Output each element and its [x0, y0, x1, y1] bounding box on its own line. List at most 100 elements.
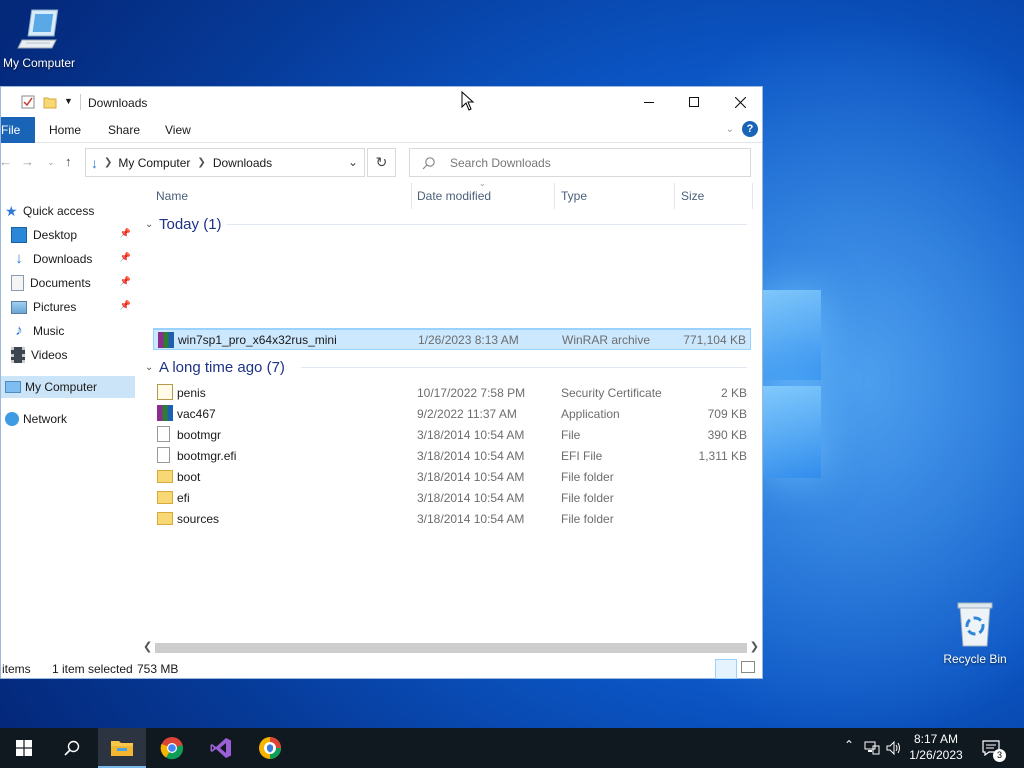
maximize-button[interactable] [671, 87, 717, 117]
search-input[interactable]: Search Downloads [409, 148, 751, 177]
clock[interactable]: 8:17 AM 1/26/2023 [906, 731, 966, 763]
sidebar-item-label: Videos [31, 348, 68, 362]
computer-icon [5, 381, 21, 393]
table-row[interactable]: bootmgr 3/18/2014 10:54 AM File 390 KB [153, 424, 751, 445]
search-icon [64, 740, 80, 756]
new-folder-icon[interactable] [43, 95, 57, 112]
file-size: 2 KB [720, 385, 747, 400]
desktop-icon-recycle-bin[interactable]: Recycle Bin [930, 600, 1020, 666]
table-row[interactable]: sources 3/18/2014 10:54 AM File folder [153, 508, 751, 529]
visual-studio-icon [210, 738, 231, 758]
pin-icon[interactable]: 📌 [120, 300, 131, 311]
sidebar-item-downloads[interactable]: ↓ Downloads 📌 [1, 248, 135, 270]
table-row[interactable]: boot 3/18/2014 10:54 AM File folder [153, 466, 751, 487]
help-icon[interactable]: ? [742, 121, 758, 137]
table-row[interactable]: efi 3/18/2014 10:54 AM File folder [153, 487, 751, 508]
scrollbar-thumb[interactable] [155, 643, 747, 653]
file-date: 10/17/2022 7:58 PM [417, 385, 526, 400]
desktop-icon-label: Recycle Bin [943, 652, 1007, 666]
breadcrumb-downloads[interactable]: Downloads [213, 156, 272, 170]
recycle-bin-icon [954, 600, 996, 648]
desktop-icon-my-computer[interactable]: My Computer [0, 8, 84, 70]
taskbar-file-explorer[interactable] [98, 728, 146, 768]
customize-quick-access-icon[interactable]: ▼ [64, 96, 73, 106]
action-center-button[interactable]: 3 [972, 728, 1016, 768]
sidebar-item-label: Documents [30, 276, 91, 290]
address-bar[interactable]: ↓ ❯ My Computer ❯ Downloads ⌄ [85, 148, 365, 177]
sidebar-item-documents[interactable]: Documents 📌 [1, 272, 135, 294]
certificate-icon [157, 384, 173, 400]
search-placeholder: Search Downloads [450, 155, 551, 170]
sidebar-item-label: Music [33, 324, 65, 338]
window-title: Downloads [88, 96, 148, 110]
recent-locations-chevron-icon[interactable]: ⌄ [47, 157, 55, 168]
sidebar-item-music[interactable]: ♪ Music [1, 320, 135, 342]
star-icon: ★ [5, 202, 18, 219]
sidebar-item-videos[interactable]: Videos [1, 344, 135, 366]
horizontal-scrollbar[interactable]: ❮ ❯ [141, 640, 761, 656]
search-button[interactable] [48, 728, 96, 768]
taskbar-chrome[interactable] [148, 728, 196, 768]
file-name: boot [177, 469, 201, 484]
pin-icon[interactable]: 📌 [120, 252, 131, 263]
show-hidden-icons-icon[interactable]: ⌃ [844, 738, 854, 752]
winrar-archive-icon [158, 332, 174, 348]
file-date: 9/2/2022 11:37 AM [417, 406, 517, 421]
taskbar-browser[interactable] [246, 728, 294, 768]
file-name: vac467 [177, 406, 216, 421]
file-name: efi [177, 490, 190, 505]
table-row[interactable]: win7sp1_pro_x64x32rus_mini 1/26/2023 8:1… [153, 329, 751, 350]
pin-icon[interactable]: 📌 [120, 228, 131, 239]
file-explorer-icon [111, 741, 133, 756]
refresh-button[interactable]: ↻ [367, 148, 396, 177]
sidebar-item-desktop[interactable]: Desktop 📌 [1, 224, 135, 246]
desktop-folder-icon [11, 227, 27, 243]
sidebar-item-quick-access[interactable]: ★ Quick access [1, 200, 135, 222]
sidebar-item-network[interactable]: Network [1, 408, 135, 430]
forward-arrow-icon[interactable]: → [21, 154, 34, 169]
navigation-pane: ★ Quick access Desktop 📌 ↓ Downloads 📌 D… [1, 183, 135, 638]
breadcrumb-separator: ❯ [104, 157, 113, 168]
pin-icon[interactable]: 📌 [120, 276, 131, 287]
sidebar-item-pictures[interactable]: Pictures 📌 [1, 296, 135, 318]
scroll-right-icon[interactable]: ❯ [750, 640, 759, 653]
file-icon [157, 447, 170, 463]
network-icon [5, 412, 19, 426]
tab-home[interactable]: Home [49, 117, 81, 143]
sidebar-item-my-computer[interactable]: My Computer [1, 376, 135, 398]
table-row[interactable]: bootmgr.efi 3/18/2014 10:54 AM EFI File … [153, 445, 751, 466]
details-view-icon[interactable] [715, 659, 737, 679]
address-dropdown-icon[interactable]: ⌄ [348, 155, 358, 169]
table-row[interactable]: vac467 9/2/2022 11:37 AM Application 709… [153, 403, 751, 424]
network-status-icon[interactable] [864, 741, 880, 755]
volume-icon[interactable] [886, 741, 902, 755]
breadcrumb-my-computer[interactable]: My Computer [118, 156, 190, 170]
tab-view[interactable]: View [165, 117, 191, 143]
taskbar-visual-studio[interactable] [197, 728, 245, 768]
title-bar[interactable]: ▼ Downloads [1, 87, 762, 117]
status-selected: 1 item selected [52, 662, 133, 676]
start-button[interactable] [0, 728, 48, 768]
table-row[interactable]: penis 10/17/2022 7:58 PM Security Certif… [153, 382, 751, 403]
properties-icon[interactable] [21, 95, 35, 112]
scroll-left-icon[interactable]: ❮ [143, 640, 152, 653]
status-item-count: items [2, 662, 31, 676]
expand-ribbon-icon[interactable]: ⌄ [726, 124, 734, 135]
folder-icon [157, 491, 173, 504]
tab-share[interactable]: Share [108, 117, 140, 143]
minimize-button[interactable] [626, 87, 672, 117]
computer-icon [16, 8, 62, 52]
tab-file[interactable]: File [1, 117, 35, 143]
large-icons-view-icon[interactable] [741, 661, 755, 673]
file-name: sources [177, 511, 220, 526]
close-button[interactable] [717, 87, 763, 117]
status-size: 753 MB [137, 662, 179, 676]
file-name: win7sp1_pro_x64x32rus_mini [178, 332, 337, 347]
file-date: 3/18/2014 10:54 AM [417, 448, 525, 463]
file-explorer-window: ▼ Downloads File Home Share View ⌄ ? ← →… [0, 86, 763, 679]
back-arrow-icon[interactable]: ← [0, 154, 12, 169]
folder-icon [157, 512, 173, 525]
downloads-folder-icon: ↓ [15, 250, 23, 267]
file-type: EFI File [561, 448, 603, 463]
up-arrow-icon[interactable]: ↑ [65, 154, 72, 169]
